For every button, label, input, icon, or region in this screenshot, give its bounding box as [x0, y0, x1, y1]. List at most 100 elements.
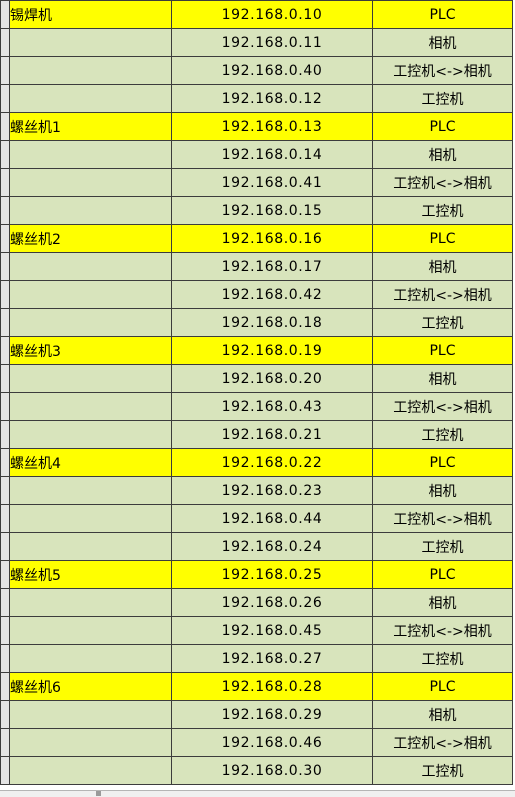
device-type-cell[interactable]: 相机 [372, 588, 513, 617]
row-header-cell[interactable] [0, 588, 10, 617]
device-type-cell[interactable]: PLC [372, 336, 513, 365]
ip-address-cell[interactable]: 192.168.0.11 [171, 28, 373, 57]
device-type-cell[interactable]: 工控机<->相机 [372, 280, 513, 309]
row-header-cell[interactable] [0, 56, 10, 85]
device-type-cell[interactable]: PLC [372, 448, 513, 477]
row-header-cell[interactable] [0, 616, 10, 645]
machine-name-cell[interactable]: 螺丝机4 [9, 448, 172, 477]
row-header-cell[interactable] [0, 392, 10, 421]
ip-address-cell[interactable]: 192.168.0.24 [171, 532, 373, 561]
device-type-cell[interactable]: 工控机<->相机 [372, 168, 513, 197]
machine-name-cell[interactable] [9, 280, 172, 309]
row-header-cell[interactable] [0, 672, 10, 701]
row-header-cell[interactable] [0, 364, 10, 393]
device-type-cell[interactable]: 工控机<->相机 [372, 392, 513, 421]
row-header-cell[interactable] [0, 0, 10, 29]
machine-name-cell[interactable] [9, 476, 172, 505]
ip-address-cell[interactable]: 192.168.0.40 [171, 56, 373, 85]
machine-name-cell[interactable] [9, 392, 172, 421]
ip-address-cell[interactable]: 192.168.0.25 [171, 560, 373, 589]
ip-address-cell[interactable]: 192.168.0.42 [171, 280, 373, 309]
machine-name-cell[interactable] [9, 140, 172, 169]
device-type-cell[interactable]: 工控机 [372, 84, 513, 113]
ip-address-cell[interactable]: 192.168.0.41 [171, 168, 373, 197]
device-type-cell[interactable]: 工控机<->相机 [372, 616, 513, 645]
ip-address-cell[interactable]: 192.168.0.44 [171, 504, 373, 533]
device-type-cell[interactable]: 工控机 [372, 532, 513, 561]
ip-address-cell[interactable]: 192.168.0.16 [171, 224, 373, 253]
ip-address-cell[interactable]: 192.168.0.43 [171, 392, 373, 421]
machine-name-cell[interactable] [9, 756, 172, 785]
device-type-cell[interactable]: 工控机<->相机 [372, 56, 513, 85]
ip-address-cell[interactable]: 192.168.0.45 [171, 616, 373, 645]
ip-address-cell[interactable]: 192.168.0.10 [171, 0, 373, 29]
device-type-cell[interactable]: 相机 [372, 252, 513, 281]
row-header-cell[interactable] [0, 112, 10, 141]
device-type-cell[interactable]: PLC [372, 224, 513, 253]
machine-name-cell[interactable] [9, 84, 172, 113]
machine-name-cell[interactable] [9, 168, 172, 197]
ip-address-cell[interactable]: 192.168.0.13 [171, 112, 373, 141]
machine-name-cell[interactable]: 螺丝机3 [9, 336, 172, 365]
device-type-cell[interactable]: PLC [372, 112, 513, 141]
ip-address-cell[interactable]: 192.168.0.27 [171, 644, 373, 673]
device-type-cell[interactable]: 工控机 [372, 644, 513, 673]
row-header-cell[interactable] [0, 700, 10, 729]
machine-name-cell[interactable]: 锡焊机 [9, 0, 172, 29]
ip-address-cell[interactable]: 192.168.0.30 [171, 756, 373, 785]
row-header-cell[interactable] [0, 448, 10, 477]
machine-name-cell[interactable]: 螺丝机5 [9, 560, 172, 589]
ip-address-cell[interactable]: 192.168.0.26 [171, 588, 373, 617]
ip-address-cell[interactable]: 192.168.0.14 [171, 140, 373, 169]
device-type-cell[interactable]: 工控机 [372, 756, 513, 785]
ip-address-cell[interactable]: 192.168.0.21 [171, 420, 373, 449]
device-type-cell[interactable]: 相机 [372, 700, 513, 729]
ip-address-cell[interactable]: 192.168.0.22 [171, 448, 373, 477]
ip-address-cell[interactable]: 192.168.0.18 [171, 308, 373, 337]
row-header-cell[interactable] [0, 84, 10, 113]
device-type-cell[interactable]: 工控机<->相机 [372, 504, 513, 533]
machine-name-cell[interactable] [9, 532, 172, 561]
row-header-cell[interactable] [0, 28, 10, 57]
device-type-cell[interactable]: 工控机 [372, 196, 513, 225]
row-header-cell[interactable] [0, 644, 10, 673]
ip-address-cell[interactable]: 192.168.0.29 [171, 700, 373, 729]
machine-name-cell[interactable] [9, 616, 172, 645]
ip-address-cell[interactable]: 192.168.0.46 [171, 728, 373, 757]
machine-name-cell[interactable] [9, 728, 172, 757]
machine-name-cell[interactable] [9, 504, 172, 533]
machine-name-cell[interactable] [9, 588, 172, 617]
row-header-cell[interactable] [0, 196, 10, 225]
machine-name-cell[interactable] [9, 644, 172, 673]
machine-name-cell[interactable] [9, 28, 172, 57]
machine-name-cell[interactable] [9, 196, 172, 225]
ip-address-cell[interactable]: 192.168.0.19 [171, 336, 373, 365]
device-type-cell[interactable]: PLC [372, 0, 513, 29]
row-header-cell[interactable] [0, 140, 10, 169]
row-header-cell[interactable] [0, 420, 10, 449]
row-header-cell[interactable] [0, 308, 10, 337]
row-header-cell[interactable] [0, 224, 10, 253]
ip-address-cell[interactable]: 192.168.0.23 [171, 476, 373, 505]
row-header-cell[interactable] [0, 336, 10, 365]
machine-name-cell[interactable]: 螺丝机1 [9, 112, 172, 141]
device-type-cell[interactable]: 相机 [372, 140, 513, 169]
row-header-cell[interactable] [0, 504, 10, 533]
ip-address-cell[interactable]: 192.168.0.20 [171, 364, 373, 393]
device-type-cell[interactable]: 相机 [372, 28, 513, 57]
ip-address-cell[interactable]: 192.168.0.15 [171, 196, 373, 225]
row-header-cell[interactable] [0, 476, 10, 505]
ip-address-cell[interactable]: 192.168.0.17 [171, 252, 373, 281]
row-header-cell[interactable] [0, 756, 10, 785]
device-type-cell[interactable]: 工控机 [372, 308, 513, 337]
row-header-cell[interactable] [0, 728, 10, 757]
row-header-cell[interactable] [0, 560, 10, 589]
machine-name-cell[interactable] [9, 56, 172, 85]
device-type-cell[interactable]: 相机 [372, 364, 513, 393]
device-type-cell[interactable]: PLC [372, 672, 513, 701]
row-header-cell[interactable] [0, 252, 10, 281]
row-header-cell[interactable] [0, 168, 10, 197]
row-header-cell[interactable] [0, 280, 10, 309]
device-type-cell[interactable]: 工控机<->相机 [372, 728, 513, 757]
machine-name-cell[interactable]: 螺丝机6 [9, 672, 172, 701]
